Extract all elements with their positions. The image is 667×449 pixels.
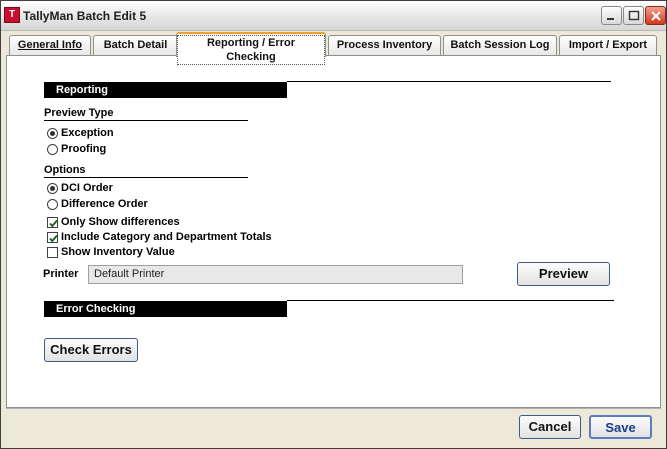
options-divider (44, 177, 248, 178)
printer-label: Printer (43, 268, 79, 280)
order-dci-radio[interactable]: DCI Order (47, 181, 113, 195)
preview-type-proofing-radio[interactable]: Proofing (47, 142, 106, 156)
tab-strip: General Info Batch Detail Reporting / Er… (6, 32, 661, 65)
tab-import-export[interactable]: Import / Export (559, 35, 657, 56)
preview-type-exception-radio[interactable]: Exception (47, 126, 114, 140)
tab-process-inventory[interactable]: Process Inventory (328, 35, 441, 56)
save-button[interactable]: Save (589, 415, 652, 439)
tab-batch-session-log[interactable]: Batch Session Log (443, 35, 557, 56)
tab-label: Batch Detail (103, 39, 168, 51)
minimize-icon (607, 18, 614, 20)
maximize-button[interactable] (623, 6, 644, 25)
check-errors-button[interactable]: Check Errors (44, 338, 138, 362)
preview-type-divider (44, 120, 248, 121)
error-checking-divider (287, 300, 614, 301)
reporting-divider (287, 81, 611, 82)
tab-label: Batch Session Log (450, 39, 550, 51)
radio-unselected-icon[interactable] (47, 198, 58, 210)
title-bar[interactable]: T TallyMan Batch Edit 5 (1, 1, 666, 31)
checkbox-label: Show Inventory Value (61, 246, 175, 258)
show-inventory-value-checkbox[interactable]: Show Inventory Value (47, 245, 175, 259)
radio-selected-icon[interactable] (47, 127, 58, 139)
checkbox-checked-icon[interactable] (47, 231, 58, 243)
maximize-icon (628, 10, 640, 21)
window-title: TallyMan Batch Edit 5 (23, 9, 147, 23)
preview-button[interactable]: Preview (517, 262, 610, 286)
app-window: T TallyMan Batch Edit 5 General Info Bat… (0, 0, 667, 449)
only-show-differences-checkbox[interactable]: Only Show differences (47, 215, 180, 229)
tab-label: Reporting / Error Checking (177, 35, 325, 65)
tallyman-app-icon[interactable]: T (4, 7, 20, 23)
checkbox-label: Include Category and Department Totals (61, 231, 272, 243)
options-label: Options (44, 164, 86, 176)
close-icon (651, 11, 661, 21)
tab-label: General Info (17, 39, 83, 51)
checkbox-checked-icon[interactable] (47, 216, 58, 228)
option-label: DCI Order (61, 182, 113, 194)
reporting-header: Reporting (44, 82, 287, 98)
cancel-button[interactable]: Cancel (519, 415, 581, 439)
printer-field[interactable]: Default Printer (88, 265, 463, 284)
footer-divider (6, 408, 661, 409)
error-checking-header: Error Checking (44, 301, 287, 317)
tab-general-info[interactable]: General Info (9, 35, 91, 56)
option-label: Proofing (61, 143, 107, 155)
tab-batch-detail[interactable]: Batch Detail (93, 35, 178, 56)
include-totals-checkbox[interactable]: Include Category and Department Totals (47, 230, 272, 244)
close-button[interactable] (645, 6, 666, 25)
minimize-button[interactable] (601, 6, 622, 25)
tab-reporting-error-checking[interactable]: Reporting / Error Checking (176, 32, 326, 65)
tab-label: Process Inventory (336, 39, 433, 51)
tab-label: Import / Export (568, 39, 648, 51)
option-label: Exception (61, 127, 114, 139)
preview-type-label: Preview Type (44, 107, 114, 119)
radio-selected-icon[interactable] (47, 182, 58, 194)
checkbox-unchecked-icon[interactable] (47, 246, 58, 258)
order-difference-radio[interactable]: Difference Order (47, 197, 148, 211)
radio-unselected-icon[interactable] (47, 143, 58, 155)
checkbox-label: Only Show differences (61, 216, 180, 228)
option-label: Difference Order (61, 198, 148, 210)
